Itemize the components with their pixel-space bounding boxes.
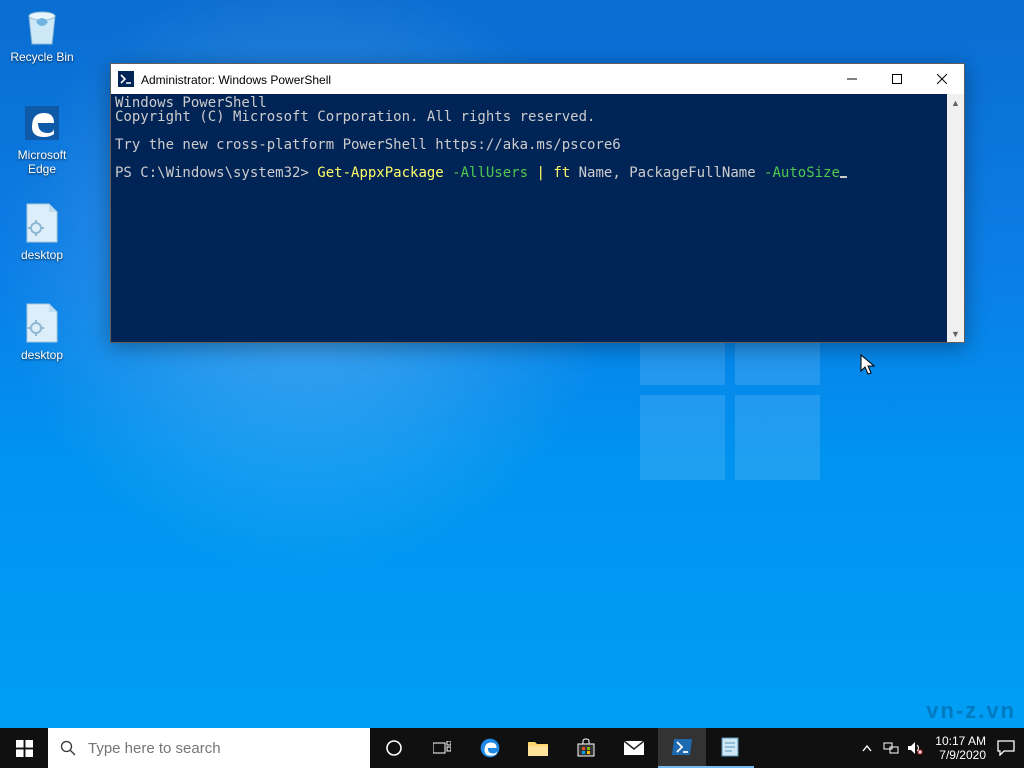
taskbar-app-edge[interactable] (466, 728, 514, 768)
scrollbar[interactable]: ▲ ▼ (947, 94, 964, 342)
icon-label: Microsoft Edge (4, 148, 80, 176)
terminal-line: Copyright (C) Microsoft Corporation. All… (115, 109, 595, 125)
task-view-button[interactable] (418, 728, 466, 768)
terminal-cmd: -AllUsers (444, 165, 537, 181)
action-center-button[interactable] (994, 728, 1018, 768)
folder-icon (527, 739, 549, 757)
minimize-button[interactable] (829, 64, 874, 94)
icon-label: desktop (4, 248, 80, 262)
mail-icon (623, 740, 645, 756)
cortana-icon (385, 739, 403, 757)
terminal-cmd: , (612, 165, 629, 181)
volume-icon (907, 741, 923, 755)
desktop[interactable]: Recycle Bin Microsoft Edge desktop deskt… (0, 0, 1024, 768)
system-tray[interactable]: 10:17 AM 7/9/2020 (855, 728, 1024, 768)
windows-logo-icon (16, 740, 33, 757)
terminal-cmd: | (536, 165, 544, 181)
icon-label: desktop (4, 348, 80, 362)
taskbar-clock[interactable]: 10:17 AM 7/9/2020 (927, 734, 994, 762)
taskbar[interactable]: 10:17 AM 7/9/2020 (0, 728, 1024, 768)
terminal-cmd: -AutoSize (756, 165, 840, 181)
terminal-cmd: ft (545, 165, 579, 181)
terminal-cursor (840, 176, 847, 178)
terminal-output[interactable]: Windows PowerShell Copyright (C) Microso… (111, 94, 947, 342)
network-icon (883, 741, 899, 755)
terminal-cmd: Name (579, 165, 613, 181)
window-title: Administrator: Windows PowerShell (141, 72, 829, 87)
clock-time: 10:17 AM (935, 734, 986, 748)
powershell-icon (111, 71, 141, 87)
desktop-icon-recycle-bin[interactable]: Recycle Bin (4, 4, 80, 64)
desktop-icon-edge[interactable]: Microsoft Edge (4, 102, 80, 176)
task-view-icon (433, 741, 451, 755)
taskbar-app-notepad[interactable] (706, 728, 754, 768)
search-input[interactable] (88, 740, 370, 757)
taskbar-app-store[interactable] (562, 728, 610, 768)
start-button[interactable] (0, 728, 48, 768)
tray-network-icon[interactable] (879, 728, 903, 768)
scroll-up-button[interactable]: ▲ (947, 94, 964, 111)
store-icon (576, 738, 596, 758)
cortana-button[interactable] (370, 728, 418, 768)
close-button[interactable] (919, 64, 964, 94)
powershell-icon (671, 738, 693, 756)
edge-icon (479, 737, 501, 759)
window-body: Windows PowerShell Copyright (C) Microso… (111, 94, 964, 342)
taskbar-app-file-explorer[interactable] (514, 728, 562, 768)
edge-icon (21, 102, 63, 144)
terminal-cmd: PackageFullName (629, 165, 755, 181)
file-icon (21, 202, 63, 244)
tray-volume-icon[interactable] (903, 728, 927, 768)
chevron-up-icon (862, 745, 872, 752)
clock-date: 7/9/2020 (935, 748, 986, 762)
maximize-button[interactable] (874, 64, 919, 94)
file-icon (21, 302, 63, 344)
watermark: vn-z.vn (926, 698, 1016, 724)
window-titlebar[interactable]: Administrator: Windows PowerShell (111, 64, 964, 94)
notepad-icon (720, 736, 740, 758)
taskbar-search[interactable] (48, 728, 370, 768)
search-icon (48, 740, 88, 756)
terminal-cmd: Get-AppxPackage (317, 165, 443, 181)
terminal-line: Try the new cross-platform PowerShell ht… (115, 137, 621, 153)
taskbar-app-mail[interactable] (610, 728, 658, 768)
desktop-icon-file-2[interactable]: desktop (4, 302, 80, 362)
recycle-bin-icon (21, 4, 63, 46)
notification-icon (997, 740, 1015, 756)
desktop-icon-file-1[interactable]: desktop (4, 202, 80, 262)
scroll-down-button[interactable]: ▼ (947, 325, 964, 342)
taskbar-app-powershell[interactable] (658, 728, 706, 768)
powershell-window[interactable]: Administrator: Windows PowerShell Window… (110, 63, 965, 343)
tray-overflow-button[interactable] (855, 728, 879, 768)
mouse-cursor (860, 354, 878, 376)
icon-label: Recycle Bin (4, 50, 80, 64)
terminal-prompt: PS C:\Windows\system32> (115, 165, 317, 181)
